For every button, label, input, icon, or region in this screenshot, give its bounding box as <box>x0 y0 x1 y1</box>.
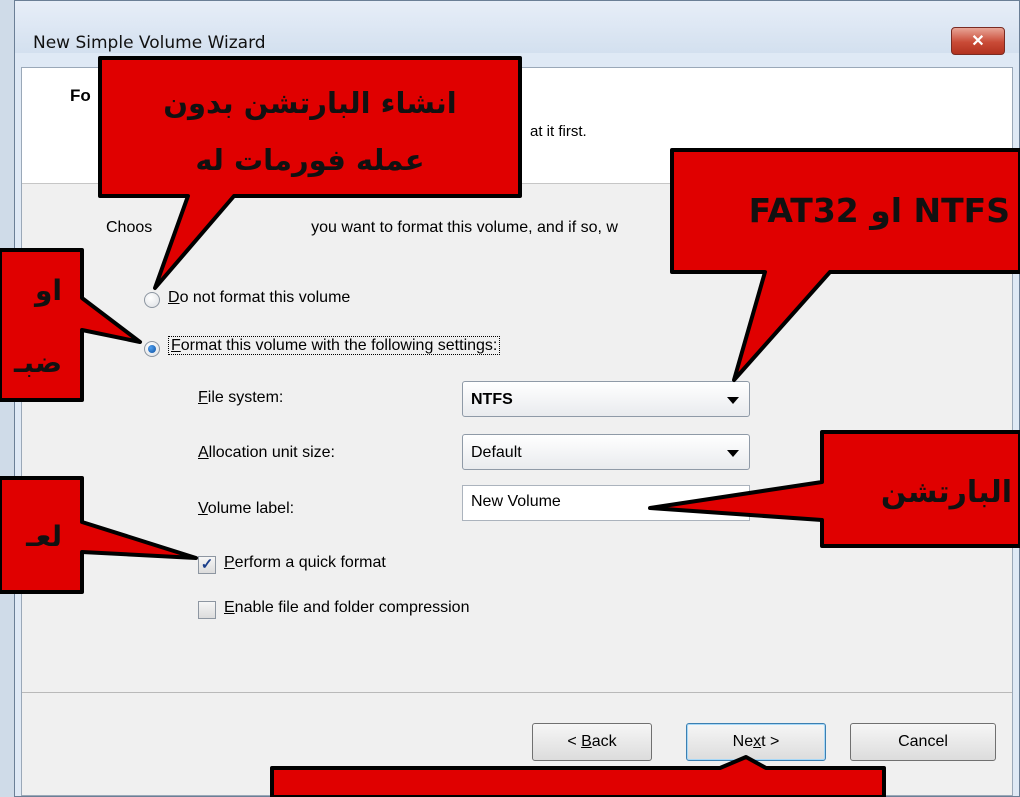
callout-bottom-bubble <box>270 755 886 797</box>
callout-top-line2: عمله فورمات له <box>195 143 424 177</box>
callout-fs-text: FAT32 او NTFS <box>749 191 1010 231</box>
callout-left-line1: او <box>33 274 62 307</box>
callout-label-text: البارتشن <box>881 475 1012 510</box>
annotation-overlay: انشاء البارتشن بدون عمله فورمات له FAT32… <box>0 56 1020 797</box>
callout-fs-bubble <box>670 148 1020 382</box>
callout-left-line2: ضبـ <box>13 346 62 379</box>
callout-quick-text: لعـ <box>25 520 62 553</box>
callout-top-line1: انشاء البارتشن بدون <box>163 86 456 120</box>
